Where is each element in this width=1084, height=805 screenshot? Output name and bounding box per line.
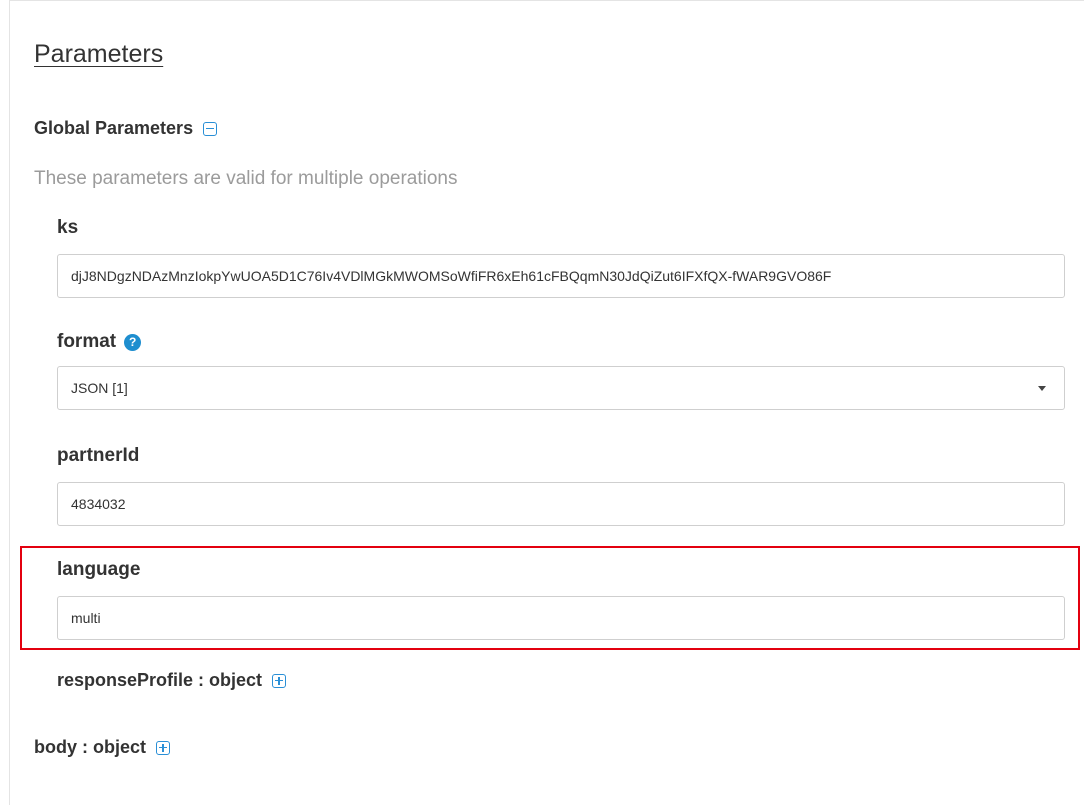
ks-input[interactable]: djJ8NDgzNDAzMnzIokpYwUOA5D1C76Iv4VDlMGkM…	[57, 254, 1065, 298]
format-select-value: JSON [1]	[71, 380, 128, 396]
global-parameters-description: These parameters are valid for multiple …	[34, 168, 458, 189]
partnerid-input-value: 4834032	[71, 496, 126, 512]
language-label-text: language	[57, 559, 141, 580]
global-parameters-label: Global Parameters	[34, 118, 194, 138]
format-label: format ?	[57, 331, 142, 353]
global-parameters-header[interactable]: Global Parameters	[34, 118, 218, 139]
partnerid-label-text: partnerId	[57, 445, 140, 466]
response-profile-header[interactable]: responseProfile : object	[57, 670, 287, 691]
language-input[interactable]: multi	[57, 596, 1065, 640]
format-select[interactable]: JSON [1]	[57, 366, 1065, 410]
response-profile-label: responseProfile : object	[57, 670, 263, 690]
language-input-value: multi	[71, 610, 101, 626]
expand-icon[interactable]	[156, 740, 170, 755]
body-header[interactable]: body : object	[34, 737, 170, 758]
help-icon[interactable]: ?	[124, 333, 142, 351]
partnerid-input[interactable]: 4834032	[57, 482, 1065, 526]
ks-input-value: djJ8NDgzNDAzMnzIokpYwUOA5D1C76Iv4VDlMGkM…	[71, 268, 832, 284]
language-label: language	[57, 559, 140, 581]
expand-icon[interactable]	[272, 673, 287, 688]
chevron-down-icon	[1038, 386, 1046, 391]
format-label-text: format	[57, 331, 117, 352]
partnerid-label: partnerId	[57, 445, 139, 467]
collapse-icon[interactable]	[203, 121, 218, 136]
panel-title: Parameters	[34, 40, 164, 68]
ks-label-text: ks	[57, 217, 79, 238]
body-label: body : object	[34, 737, 146, 757]
ks-label: ks	[57, 217, 78, 239]
